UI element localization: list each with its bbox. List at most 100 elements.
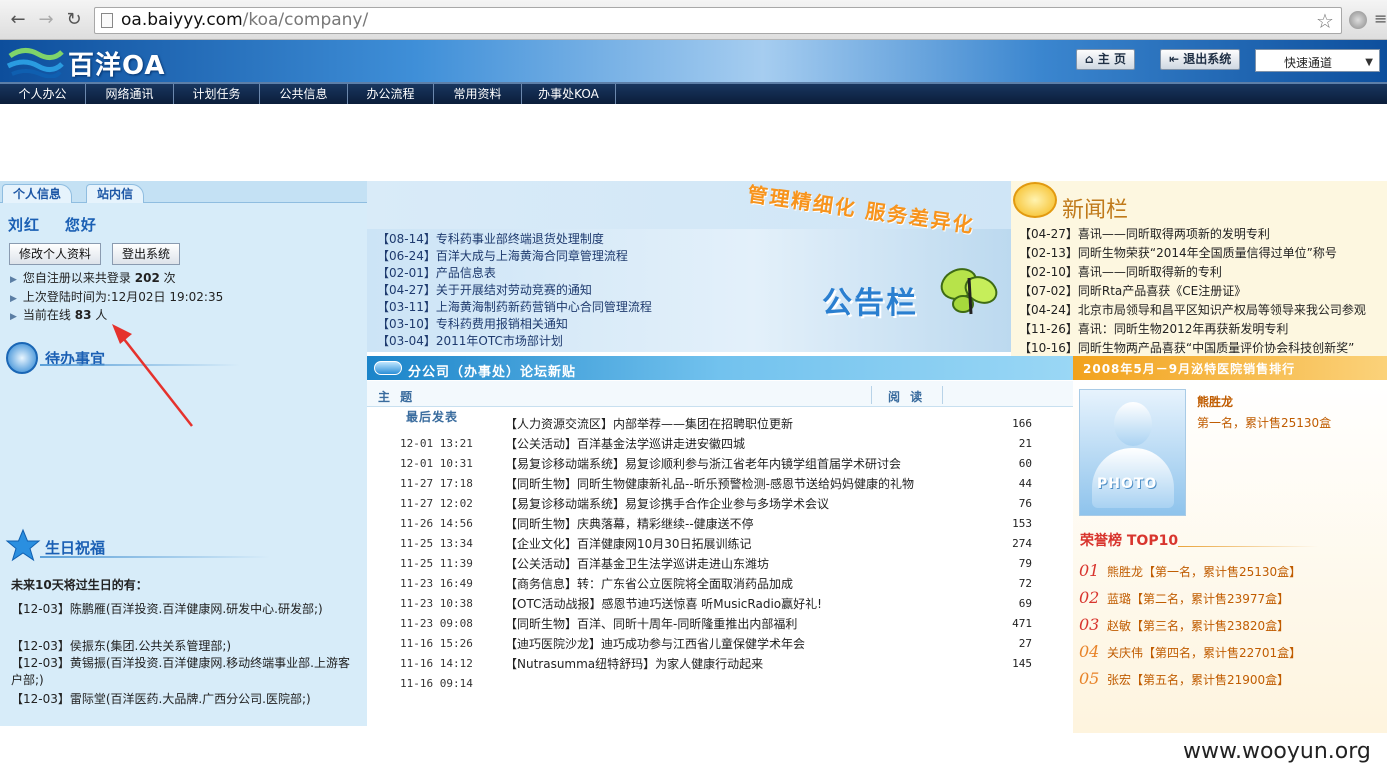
forum-topic[interactable]: 【企业文化】百洋健康网10月30日拓展训练记 bbox=[505, 534, 752, 554]
birthday-divider bbox=[40, 556, 270, 558]
news-item[interactable]: 【11-26】喜讯：同昕生物2012年再获新发明专利 bbox=[1019, 320, 1387, 338]
menu-icon[interactable]: ≡ bbox=[1374, 9, 1387, 28]
forum-read-count: 145 bbox=[1012, 657, 1032, 670]
quick-channel-label: 快速通道 bbox=[1284, 56, 1333, 70]
announcement-item[interactable]: 【06-24】百洋大成与上海黄海合同章管理流程 bbox=[377, 248, 628, 265]
menu-item-network[interactable]: 网络通讯 bbox=[86, 84, 174, 104]
avatar-photo bbox=[1079, 389, 1186, 516]
news-item[interactable]: 【07-02】同昕Rta产品喜获《CE注册证》 bbox=[1019, 282, 1387, 300]
forum-topic[interactable]: 【公关活动】百洋基金法学巡讲走进安徽四城 bbox=[505, 434, 745, 454]
announcement-title: 上海黄海制药新药营销中心合同管理流程 bbox=[435, 300, 652, 314]
menu-item-plan[interactable]: 计划任务 bbox=[174, 84, 260, 104]
announcement-date: 【04-27】 bbox=[377, 283, 436, 297]
forum-topic[interactable]: 【同昕生物】百洋、同昕十周年-同昕隆重推出内部福利 bbox=[505, 614, 797, 634]
address-bar[interactable]: oa.baiyyy.com/koa/company/ bbox=[94, 7, 1342, 34]
forum-date: 11-16 14:12 bbox=[400, 657, 473, 670]
news-item[interactable]: 【02-13】同昕生物荣获“2014年全国质量信得过单位”称号 bbox=[1019, 244, 1387, 262]
menu-item-resources[interactable]: 常用资料 bbox=[434, 84, 522, 104]
announcement-date: 【06-24】 bbox=[377, 249, 436, 263]
forum-read-count: 274 bbox=[1012, 537, 1032, 550]
butterfly-icon bbox=[940, 268, 998, 315]
rank-entry: 赵敏【第三名，累计售23820盒】 bbox=[1107, 619, 1290, 633]
user-greeting: 刘红 您好 bbox=[8, 214, 97, 235]
last-login-text: 上次登陆时间为:12月02日 19:02:35 bbox=[22, 290, 224, 304]
tab-messages[interactable]: 站内信 bbox=[86, 184, 145, 203]
rank-number: 04 bbox=[1079, 642, 1100, 661]
exit-icon: ⇤ bbox=[1169, 52, 1180, 66]
news-item[interactable]: 【04-24】北京市局领导和昌平区知识产权局等领导来我公司参观 bbox=[1019, 301, 1387, 319]
login-suffix: 次 bbox=[163, 271, 176, 285]
bullet-triangle-icon: ▶ bbox=[10, 275, 17, 285]
menu-item-workflow[interactable]: 办公流程 bbox=[348, 84, 434, 104]
announcement-title: 2011年OTC市场部计划 bbox=[435, 334, 563, 348]
forum-topic[interactable]: 【易复诊移动端系统】易复诊携手合作企业参与多场学术会议 bbox=[505, 494, 829, 514]
announcement-title: 专科药费用报销相关通知 bbox=[435, 317, 568, 331]
honor-divider bbox=[1178, 546, 1318, 547]
main-menu: 个人办公 网络通讯 计划任务 公共信息 办公流程 常用资料 办事处KOA bbox=[0, 82, 1387, 104]
forum-date: 11-25 13:34 bbox=[400, 537, 473, 550]
forward-arrow-icon[interactable]: → bbox=[34, 8, 58, 32]
chevron-down-icon: ▼ bbox=[1365, 57, 1373, 68]
announcement-item[interactable]: 【03-04】2011年OTC市场部计划 bbox=[377, 333, 563, 350]
tab-personal-info[interactable]: 个人信息 bbox=[2, 184, 73, 203]
rank-entry: 熊胜龙【第一名，累计售25130盒】 bbox=[1107, 565, 1302, 579]
forum-date: 11-23 16:49 bbox=[400, 577, 473, 590]
menu-item-public[interactable]: 公共信息 bbox=[260, 84, 348, 104]
rank-number: 03 bbox=[1079, 615, 1100, 634]
avatar-head-icon bbox=[1114, 402, 1152, 446]
forum-topic[interactable]: 【人力资源交流区】内部举荐——集团在招聘职位更新 bbox=[505, 414, 793, 434]
news-item[interactable]: 【02-10】喜讯——同昕取得新的专利 bbox=[1019, 263, 1387, 281]
honor-title: 荣誉榜 TOP10 bbox=[1080, 533, 1179, 549]
forum-column-header bbox=[367, 381, 1073, 407]
menu-item-personal[interactable]: 个人办公 bbox=[0, 84, 86, 104]
forum-read-count: 79 bbox=[1018, 557, 1032, 570]
forum-topic[interactable]: 【商务信息】转：广东省公立医院将全面取消药品加成 bbox=[505, 574, 793, 594]
forum-read-count: 21 bbox=[1018, 437, 1032, 450]
forum-date: 11-27 12:02 bbox=[400, 497, 473, 510]
announcement-item[interactable]: 【04-27】关于开展结对劳动竞赛的通知 bbox=[377, 282, 592, 299]
forum-topic[interactable]: 【公关活动】百洋基金卫生法学巡讲走进山东潍坊 bbox=[505, 554, 769, 574]
photo-label: PHOTO bbox=[1097, 476, 1158, 492]
forum-date: 11-26 14:56 bbox=[400, 517, 473, 530]
menu-item-koa[interactable]: 办事处KOA bbox=[522, 84, 616, 104]
announcement-date: 【03-10】 bbox=[377, 317, 436, 331]
forum-topic[interactable]: 【迪巧医院沙龙】迪巧成功参与江西省儿童保健学术年会 bbox=[505, 634, 805, 654]
exit-system-button[interactable]: ⇤ 退出系统 bbox=[1160, 49, 1241, 70]
reload-icon[interactable]: ↻ bbox=[62, 8, 86, 32]
forum-topic[interactable]: 【OTC活动战报】感恩节迪巧送惊喜 听MusicRadio赢好礼! bbox=[505, 594, 822, 614]
url-path: /koa/company/ bbox=[242, 10, 369, 30]
forum-date: 11-27 17:18 bbox=[400, 477, 473, 490]
forum-topic[interactable]: 【Nutrasumma纽特舒玛】为家人健康行动起来 bbox=[505, 654, 763, 674]
news-title: 新闻栏 bbox=[1062, 198, 1129, 223]
bulletin-label: 公告栏 bbox=[822, 286, 918, 321]
birthday-item: 【12-03】陈鹏雁(百洋投资.百洋健康网.研发中心.研发部;) bbox=[11, 602, 323, 616]
home-button[interactable]: ⌂ 主 页 bbox=[1076, 49, 1135, 70]
edit-profile-button[interactable]: 修改个人资料 bbox=[9, 243, 102, 265]
announcement-item[interactable]: 【03-11】上海黄海制药新药营销中心合同管理流程 bbox=[377, 299, 652, 316]
rank-entry: 蓝璐【第二名，累计售23977盒】 bbox=[1107, 592, 1290, 606]
forum-topic[interactable]: 【易复诊移动端系统】易复诊顺利参与浙江省老年内镜学组首届学术研讨会 bbox=[505, 454, 901, 474]
announcement-item[interactable]: 【08-14】专科药事业部终端退货处理制度 bbox=[377, 231, 604, 248]
forum-topic[interactable]: 【同昕生物】庆典落幕，精彩继续--健康送不停 bbox=[505, 514, 754, 534]
birthday-item: 【12-03】黄锡振(百洋投资.百洋健康网.移动终端事业部.上游客户部;) bbox=[11, 656, 350, 687]
logout-button[interactable]: 登出系统 bbox=[112, 243, 181, 265]
column-divider bbox=[942, 386, 943, 404]
forum-read-count: 69 bbox=[1018, 597, 1032, 610]
forum-date: 12-01 13:21 bbox=[400, 437, 473, 450]
announcement-item[interactable]: 【02-01】产品信息表 bbox=[377, 265, 496, 282]
column-subject: 主 题 bbox=[378, 390, 416, 404]
bookmark-star-icon[interactable]: ☆ bbox=[1316, 9, 1334, 33]
announcement-item[interactable]: 【03-10】专科药费用报销相关通知 bbox=[377, 316, 568, 333]
forum-topic[interactable]: 【同昕生物】同昕生物健康新礼品--昕乐预警检测-感恩节送给妈妈健康的礼物 bbox=[505, 474, 914, 494]
quick-channel-select[interactable]: 快速通道 ▼ bbox=[1255, 49, 1380, 72]
back-arrow-icon[interactable]: ← bbox=[6, 8, 30, 32]
news-item[interactable]: 【10-16】同昕生物两产品喜获“中国质量评价协会科技创新奖” bbox=[1019, 339, 1387, 355]
globe-icon[interactable] bbox=[1349, 11, 1367, 29]
online-prefix: 当前在线 bbox=[22, 308, 71, 322]
forum-date: 11-16 15:26 bbox=[400, 637, 473, 650]
home-label: 主 页 bbox=[1097, 52, 1126, 66]
birthday-title: 生日祝福 bbox=[45, 539, 106, 557]
forum-icon bbox=[374, 361, 402, 375]
ranking-title: 2008年5月－9月泌特医院销售排行 bbox=[1083, 362, 1296, 376]
news-item[interactable]: 【04-27】喜讯——同昕取得两项新的发明专利 bbox=[1019, 225, 1387, 243]
